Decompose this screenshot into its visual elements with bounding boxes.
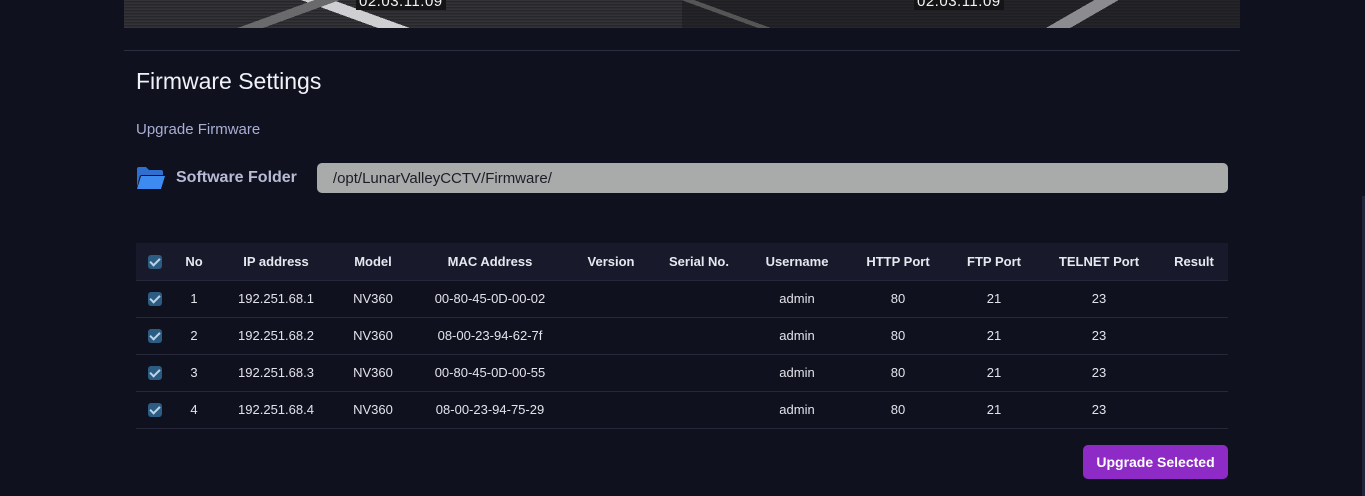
table-header-row: No IP address Model MAC Address Version … — [136, 243, 1228, 280]
cell-mac: 08-00-23-94-75-29 — [435, 402, 545, 417]
device-table: No IP address Model MAC Address Version … — [136, 243, 1228, 429]
cell-username: admin — [779, 402, 815, 417]
cell-ip: 192.251.68.2 — [238, 328, 314, 343]
cell-http-port: 80 — [890, 291, 906, 306]
row-checkbox[interactable] — [148, 403, 162, 418]
row-checkbox[interactable] — [148, 329, 162, 344]
cell-telnet-port: 23 — [1091, 402, 1107, 417]
cell-ftp-port: 21 — [986, 365, 1002, 380]
cell-http-port: 80 — [890, 328, 906, 343]
select-all-checkbox[interactable] — [148, 255, 162, 270]
cell-no: 4 — [190, 402, 198, 417]
row-select-cell — [136, 280, 174, 317]
column-header-mac[interactable]: MAC Address — [408, 243, 572, 280]
cell-ftp-port: 21 — [986, 328, 1002, 343]
section-divider — [124, 50, 1240, 51]
row-select-cell — [136, 391, 174, 428]
section-title: Upgrade Firmware — [136, 121, 261, 138]
software-folder-label: Software Folder — [176, 169, 297, 186]
cell-telnet-port: 23 — [1091, 365, 1107, 380]
row-checkbox[interactable] — [148, 366, 162, 381]
cell-result — [1160, 280, 1228, 317]
cell-version — [572, 391, 650, 428]
cell-serial — [650, 280, 748, 317]
cell-mac: 00-80-45-0D-00-55 — [434, 365, 546, 380]
cell-no: 2 — [190, 328, 198, 343]
row-checkbox[interactable] — [148, 292, 162, 307]
software-folder-input[interactable] — [316, 163, 1228, 193]
cell-username: admin — [779, 291, 815, 306]
cell-serial — [650, 317, 748, 354]
cell-result — [1160, 354, 1228, 391]
software-folder-row: Software Folder — [136, 163, 1228, 193]
cell-ftp-port: 21 — [986, 402, 1002, 417]
cell-username: admin — [779, 365, 815, 380]
cell-version — [572, 354, 650, 391]
cell-ip: 192.251.68.1 — [238, 291, 314, 306]
folder-icon[interactable] — [136, 165, 166, 191]
cell-username: admin — [779, 328, 815, 343]
cell-result — [1160, 391, 1228, 428]
camera-timestamp: 02.03.11.09 — [356, 0, 446, 10]
table-row[interactable]: 4 192.251.68.4 NV360 08-00-23-94-75-29 a… — [136, 391, 1228, 428]
column-header-serial[interactable]: Serial No. — [650, 243, 748, 280]
cell-telnet-port: 23 — [1091, 291, 1107, 306]
cell-version — [572, 280, 650, 317]
cell-http-port: 80 — [890, 365, 906, 380]
column-header-http-port[interactable]: HTTP Port — [846, 243, 950, 280]
cell-telnet-port: 23 — [1091, 328, 1107, 343]
cell-model: NV360 — [353, 402, 393, 417]
cell-result — [1160, 317, 1228, 354]
cell-ftp-port: 21 — [986, 291, 1002, 306]
cell-http-port: 80 — [890, 402, 906, 417]
table-row[interactable]: 3 192.251.68.3 NV360 00-80-45-0D-00-55 a… — [136, 354, 1228, 391]
cell-model: NV360 — [353, 291, 393, 306]
column-header-no[interactable]: No — [174, 243, 214, 280]
column-header-ftp-port[interactable]: FTP Port — [950, 243, 1038, 280]
camera-feed-2[interactable]: 02.03.11.09 — [682, 0, 1240, 28]
cell-mac: 00-80-45-0D-00-02 — [434, 291, 546, 306]
column-header-username[interactable]: Username — [748, 243, 846, 280]
cell-model: NV360 — [353, 328, 393, 343]
row-select-cell — [136, 354, 174, 391]
page-title: Firmware Settings — [136, 68, 322, 94]
row-select-cell — [136, 317, 174, 354]
cell-no: 3 — [190, 365, 198, 380]
cell-version — [572, 317, 650, 354]
column-header-ip[interactable]: IP address — [214, 243, 338, 280]
table-row[interactable]: 2 192.251.68.2 NV360 08-00-23-94-62-7f a… — [136, 317, 1228, 354]
camera-feed-1[interactable]: 02.03.11.09 — [124, 0, 682, 28]
upgrade-selected-button[interactable]: Upgrade Selected — [1083, 445, 1228, 479]
column-header-version[interactable]: Version — [572, 243, 650, 280]
cell-mac: 08-00-23-94-62-7f — [437, 328, 543, 343]
cell-serial — [650, 391, 748, 428]
select-all-cell — [136, 243, 174, 280]
table-row[interactable]: 1 192.251.68.1 NV360 00-80-45-0D-00-02 a… — [136, 280, 1228, 317]
column-header-result[interactable]: Result — [1160, 243, 1228, 280]
camera-timestamp: 02.03.11.09 — [914, 0, 1004, 10]
camera-preview-strip: 02.03.11.09 02.03.11.09 — [124, 0, 1240, 28]
cell-no: 1 — [190, 291, 198, 306]
column-header-telnet-port[interactable]: TELNET Port — [1038, 243, 1160, 280]
cell-ip: 192.251.68.4 — [238, 402, 314, 417]
cell-ip: 192.251.68.3 — [238, 365, 314, 380]
cell-model: NV360 — [353, 365, 393, 380]
column-header-model[interactable]: Model — [338, 243, 408, 280]
cell-serial — [650, 354, 748, 391]
